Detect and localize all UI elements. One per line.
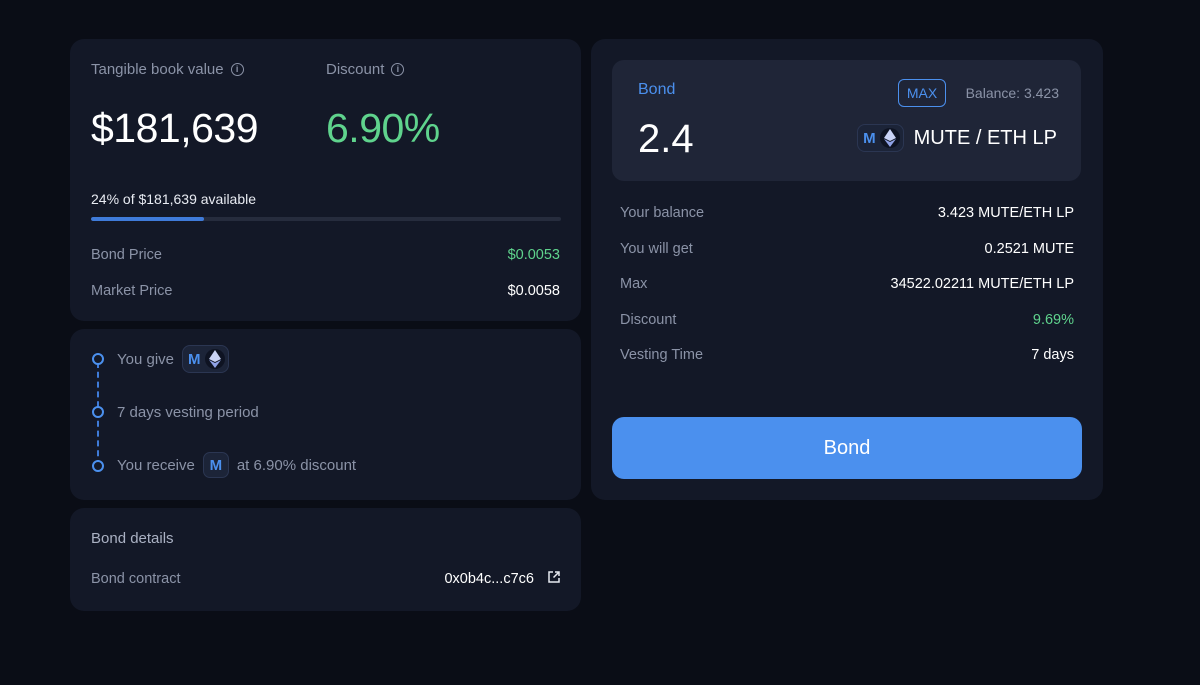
pair-label: MUTE / ETH LP	[913, 126, 1057, 149]
mute-token-icon: M	[202, 452, 229, 478]
contract-link[interactable]: 0x0b4c...c7c6	[444, 571, 560, 587]
info-value: 3.423 MUTE/ETH LP	[937, 205, 1074, 221]
discount-label-group: Discount i	[326, 61, 405, 78]
info-row-max: Max 34522.02211 MUTE/ETH LP	[620, 276, 1074, 292]
available-text: 24% of $181,639 available	[91, 191, 257, 207]
contract-label: Bond contract	[91, 571, 181, 587]
flow-step-dot	[92, 406, 104, 418]
discount-value: 6.90%	[326, 105, 440, 151]
tbv-label: Tangible book value	[91, 61, 224, 78]
flow-step-dot	[92, 460, 104, 472]
bond-price-label: Bond Price	[91, 247, 162, 263]
info-label: Discount	[620, 312, 677, 328]
info-icon[interactable]: i	[230, 63, 244, 76]
info-row-balance: Your balance 3.423 MUTE/ETH LP	[620, 205, 1074, 221]
info-value: 0.2521 MUTE	[984, 241, 1074, 257]
market-price-label: Market Price	[91, 283, 173, 299]
bond-stats-card: Tangible book value i $181,639 Discount …	[70, 39, 581, 321]
bond-amount-input[interactable]	[638, 117, 838, 162]
bond-input-label: Bond	[638, 81, 676, 98]
bond-input-box: Bond MAX Balance: 3.423 M MUTE / ETH LP	[612, 60, 1081, 181]
external-link-icon[interactable]	[548, 571, 560, 587]
mute-eth-pair-icon: M	[182, 345, 229, 373]
bond-flow-card: You give M 7 days vesting period You rec…	[70, 329, 581, 500]
tbv-value: $181,639	[91, 105, 259, 151]
mute-eth-pair-icon: M	[857, 124, 904, 152]
info-value: 7 days	[1031, 347, 1074, 363]
info-row-vesting-time: Vesting Time 7 days	[620, 347, 1074, 363]
receive-label: You receive	[117, 456, 195, 474]
flow-step-vesting: 7 days vesting period	[117, 398, 259, 426]
bond-details-card: Bond details Bond contract 0x0b4c...c7c6	[70, 508, 581, 611]
bond-contract-row: Bond contract 0x0b4c...c7c6	[91, 571, 560, 587]
bond-form-card: Bond MAX Balance: 3.423 M MUTE / ETH LP …	[591, 39, 1103, 500]
max-button[interactable]: MAX	[898, 79, 946, 107]
info-row-you-will-get: You will get 0.2521 MUTE	[620, 241, 1074, 257]
availability-progress-bar	[91, 217, 561, 221]
details-title: Bond details	[91, 530, 174, 547]
info-label: Your balance	[620, 205, 705, 221]
bond-price-value: $0.0053	[507, 247, 560, 263]
info-value: 9.69%	[1032, 312, 1074, 328]
info-value: 34522.02211 MUTE/ETH LP	[890, 276, 1075, 292]
contract-address[interactable]: 0x0b4c...c7c6	[444, 571, 533, 587]
info-icon[interactable]: i	[391, 63, 405, 76]
token-pair-display: M MUTE / ETH LP	[857, 124, 1057, 152]
vesting-label: 7 days vesting period	[117, 403, 259, 421]
balance-text: Balance: 3.423	[965, 85, 1059, 101]
availability-progress-fill	[91, 217, 204, 221]
discount-label: Discount	[326, 61, 385, 78]
info-row-discount: Discount 9.69%	[620, 312, 1074, 328]
market-price-row: Market Price $0.0058	[91, 283, 560, 299]
bond-submit-button[interactable]: Bond	[612, 417, 1082, 479]
info-label: You will get	[620, 241, 693, 257]
flow-step-receive: You receive M at 6.90% discount	[117, 451, 356, 479]
eth-token-icon	[879, 128, 900, 148]
info-label: Vesting Time	[620, 347, 704, 363]
market-price-value: $0.0058	[507, 283, 560, 299]
mute-token-icon: M	[188, 350, 201, 368]
give-label: You give	[117, 350, 174, 368]
mute-token-icon: M	[863, 129, 876, 147]
bond-price-row: Bond Price $0.0053	[91, 247, 560, 263]
flow-step-dot	[92, 353, 104, 365]
flow-step-give: You give M	[117, 345, 229, 373]
eth-token-icon	[204, 349, 225, 369]
receive-suffix: at 6.90% discount	[236, 456, 357, 474]
tbv-label-group: Tangible book value i	[91, 61, 244, 78]
info-label: Max	[620, 276, 648, 292]
